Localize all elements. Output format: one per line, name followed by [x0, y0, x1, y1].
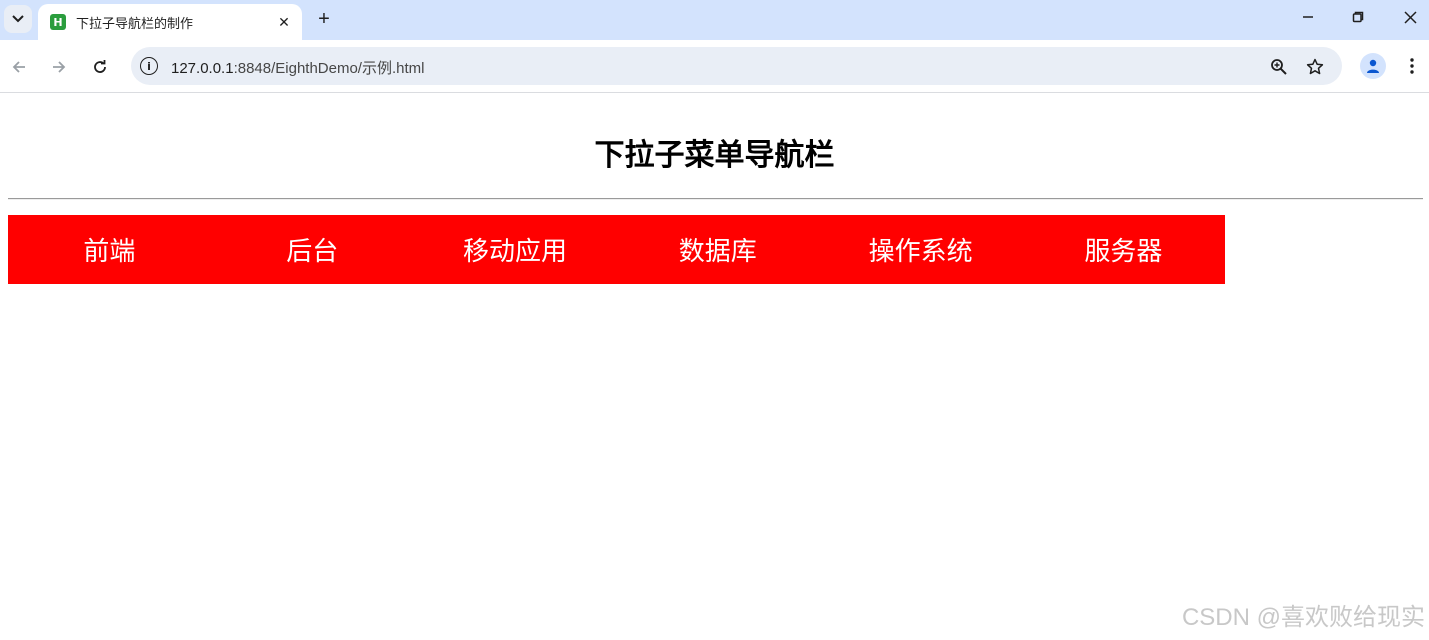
url-text[interactable]: 127.0.0.1:8848/EighthDemo/示例.html [171, 57, 424, 78]
minimize-button[interactable] [1283, 0, 1333, 34]
forward-button[interactable] [45, 53, 73, 81]
arrow-right-icon [53, 61, 66, 73]
kebab-menu-button[interactable] [1400, 53, 1424, 79]
new-tab-button[interactable]: + [310, 5, 338, 33]
nav-item-backend[interactable]: 后台 [211, 215, 414, 284]
info-icon[interactable]: i [140, 57, 158, 75]
bookmark-star-icon[interactable] [1304, 56, 1326, 78]
minimize-icon [1303, 16, 1313, 18]
nav-item-frontend[interactable]: 前端 [8, 215, 211, 284]
page-content: 下拉子菜单导航栏 前端 后台 移动应用 数据库 操作系统 服务器 CSDN @喜… [0, 94, 1429, 640]
restore-button[interactable] [1333, 0, 1383, 34]
tab-search-button[interactable] [4, 5, 32, 33]
tab-title: 下拉子导航栏的制作 [76, 15, 194, 31]
dropdown-navbar: 前端 后台 移动应用 数据库 操作系统 服务器 [8, 215, 1225, 284]
star-icon [1306, 58, 1324, 75]
back-button[interactable] [5, 53, 33, 81]
browser-toolbar: i 127.0.0.1:8848/EighthDemo/示例.html [0, 40, 1429, 93]
active-tab[interactable]: H 下拉子导航栏的制作 ✕ [38, 4, 302, 40]
profile-avatar[interactable] [1360, 53, 1386, 79]
page-title: 下拉子菜单导航栏 [594, 139, 835, 172]
person-icon [1367, 59, 1379, 73]
tab-strip: H 下拉子导航栏的制作 ✕ + [0, 0, 1429, 40]
url-path: :8848/EighthDemo/示例.html [233, 60, 425, 77]
restore-icon [1352, 11, 1364, 23]
zoom-icon[interactable] [1268, 56, 1290, 78]
close-icon [1403, 10, 1417, 24]
favicon-icon: H [50, 14, 66, 30]
nav-item-mobile[interactable]: 移动应用 [414, 215, 617, 284]
close-icon[interactable]: ✕ [272, 10, 296, 34]
arrow-left-icon [12, 61, 25, 73]
nav-item-database[interactable]: 数据库 [616, 215, 819, 284]
more-vertical-icon [1410, 58, 1414, 74]
reload-icon [94, 60, 106, 73]
magnifier-zoom-icon [1271, 59, 1287, 75]
nav-item-server[interactable]: 服务器 [1022, 215, 1225, 284]
address-bar[interactable]: i 127.0.0.1:8848/EighthDemo/示例.html [131, 47, 1342, 85]
url-host: 127.0.0.1 [171, 60, 234, 77]
nav-item-os[interactable]: 操作系统 [819, 215, 1022, 284]
close-window-button[interactable] [1385, 0, 1429, 34]
horizontal-rule [8, 198, 1423, 200]
chevron-down-icon [12, 15, 24, 23]
reload-button[interactable] [86, 53, 114, 81]
watermark: CSDN @喜欢败给现实 [1181, 604, 1425, 631]
